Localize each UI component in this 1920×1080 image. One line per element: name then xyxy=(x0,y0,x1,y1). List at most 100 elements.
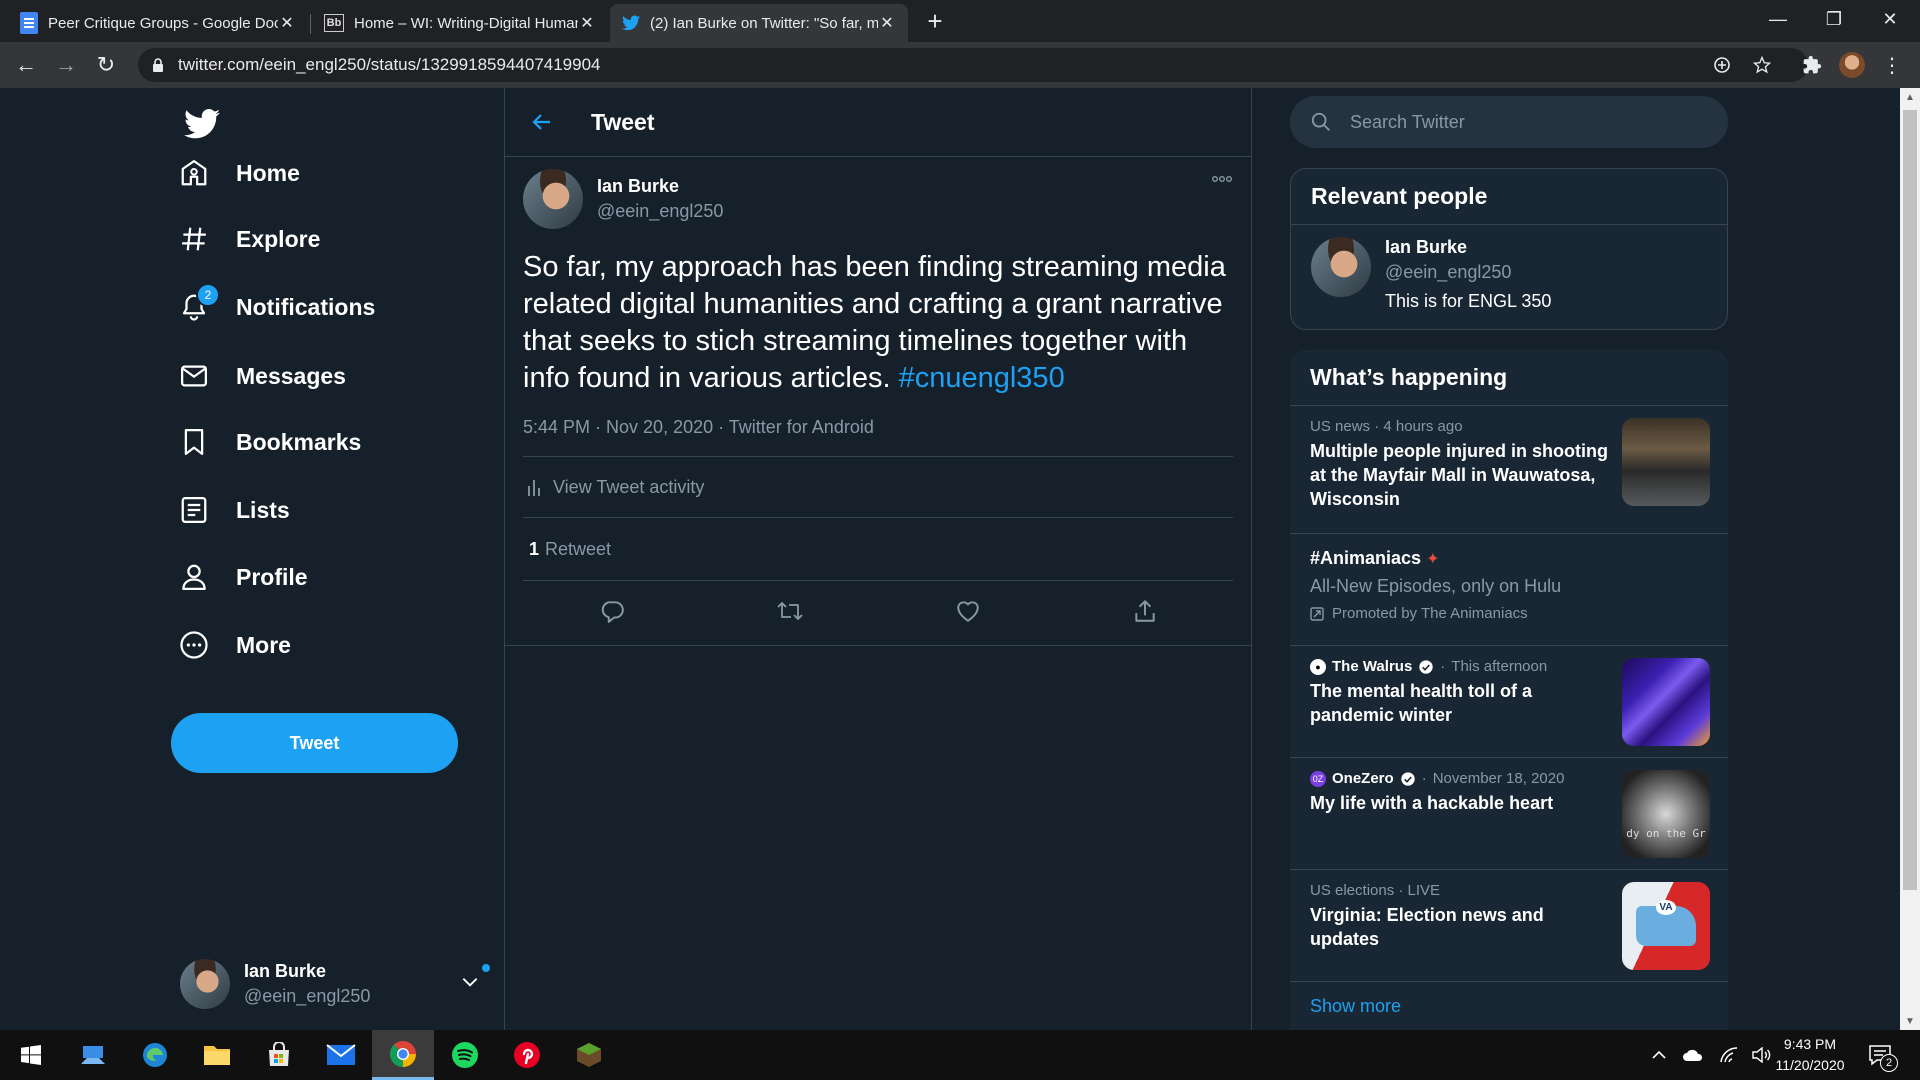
page-scrollbar[interactable]: ▲ ▼ xyxy=(1900,88,1920,1030)
tab-title: (2) Ian Burke on Twitter: "So far, my ap… xyxy=(650,14,878,32)
scroll-down-icon[interactable]: ▼ xyxy=(1900,1012,1920,1030)
url-text: twitter.com/eein_engl250/status/13299185… xyxy=(178,55,601,74)
trend-item[interactable]: 0Z OneZero · November 18, 2020 My life w… xyxy=(1290,758,1728,870)
windows-start-icon[interactable] xyxy=(0,1030,62,1080)
notification-badge: 2 xyxy=(196,283,220,307)
trend-thumbnail xyxy=(1622,418,1710,506)
mail-app-icon[interactable] xyxy=(310,1030,372,1080)
tab-writing-digital-humanities[interactable]: Bb Home – WI: Writing-Digital Humanities… xyxy=(312,4,608,42)
close-icon[interactable]: ✕ xyxy=(278,14,296,32)
nav-item-more[interactable]: More xyxy=(176,619,291,671)
trend-title: Virginia: Election news and updates xyxy=(1310,905,1544,949)
author-name[interactable]: Ian Burke xyxy=(597,176,723,197)
reload-icon[interactable]: ↻ xyxy=(90,49,122,81)
onedrive-cloud-icon[interactable] xyxy=(1682,1048,1704,1062)
file-explorer-icon[interactable] xyxy=(186,1030,248,1080)
trend-thumbnail: VA xyxy=(1622,882,1710,970)
close-icon[interactable]: ✕ xyxy=(878,14,896,32)
nav-item-home[interactable]: Home xyxy=(176,147,300,199)
back-icon[interactable]: ← xyxy=(10,49,42,81)
back-arrow-icon[interactable] xyxy=(527,107,557,137)
clock-date: 11/20/2020 xyxy=(1775,1057,1845,1073)
walrus-logo-icon: ● xyxy=(1310,658,1326,675)
verified-badge-icon xyxy=(1419,659,1433,674)
tab-twitter[interactable]: (2) Ian Burke on Twitter: "So far, my ap… xyxy=(610,4,908,42)
window-close-icon[interactable]: ✕ xyxy=(1862,0,1918,38)
scroll-up-icon[interactable]: ▲ xyxy=(1900,88,1920,106)
nav-item-profile[interactable]: Profile xyxy=(176,551,308,603)
person-at-desk-app-icon[interactable] xyxy=(62,1030,124,1080)
lock-icon xyxy=(153,58,163,72)
wifi-icon[interactable] xyxy=(1720,1047,1738,1063)
page-title: Tweet xyxy=(591,108,655,135)
avatar[interactable] xyxy=(523,169,583,229)
new-tab-button[interactable]: + xyxy=(920,6,950,36)
reply-icon[interactable] xyxy=(599,598,625,624)
trend-item[interactable]: ● The Walrus · This afternoon The mental… xyxy=(1290,646,1728,758)
action-center[interactable]: 2 xyxy=(1868,1030,1898,1080)
tab-google-docs[interactable]: Peer Critique Groups - Google Docs ✕ xyxy=(8,4,308,42)
forward-icon[interactable]: → xyxy=(50,49,82,81)
search-box[interactable] xyxy=(1290,96,1728,148)
retweet-stats[interactable]: 1 Retweet xyxy=(523,518,1233,581)
trend-item[interactable]: US elections · LIVE Virginia: Election n… xyxy=(1290,870,1728,982)
nav-label: Messages xyxy=(236,362,346,389)
bookmark-icon xyxy=(176,424,212,460)
show-more-link[interactable]: Show more xyxy=(1290,982,1728,1031)
hashtag-icon xyxy=(176,221,212,257)
minecraft-icon[interactable] xyxy=(558,1030,620,1080)
pinterest-icon[interactable] xyxy=(496,1030,558,1080)
minimize-icon[interactable]: — xyxy=(1750,0,1806,38)
notification-count: 2 xyxy=(1880,1054,1898,1072)
person-name[interactable]: Ian Burke xyxy=(1385,237,1551,258)
tab-title: Peer Critique Groups - Google Docs xyxy=(48,14,278,32)
nav-item-explore[interactable]: Explore xyxy=(176,213,320,265)
tweet-timestamp[interactable]: 5:44 PM · Nov 20, 2020 · Twitter for And… xyxy=(523,417,1233,457)
account-switcher[interactable]: Ian Burke @eein_engl250 xyxy=(180,956,490,1012)
tweet: Ian Burke @eein_engl250 So far, my appro… xyxy=(505,169,1251,641)
person-card[interactable]: Ian Burke @eein_engl250 This is for ENGL… xyxy=(1291,225,1727,324)
avatar[interactable] xyxy=(1311,237,1371,297)
more-options-icon[interactable] xyxy=(1211,175,1233,183)
nav-item-lists[interactable]: Lists xyxy=(176,484,290,536)
edge-browser-icon[interactable] xyxy=(124,1030,186,1080)
trend-title: Multiple people injured in shooting at t… xyxy=(1310,441,1608,509)
view-tweet-activity[interactable]: View Tweet activity xyxy=(523,457,1233,518)
close-icon[interactable]: ✕ xyxy=(578,14,596,32)
share-icon[interactable] xyxy=(1132,598,1158,624)
trend-item[interactable]: #Animaniacs ✦ All-New Episodes, only on … xyxy=(1290,534,1728,646)
envelope-icon xyxy=(176,358,212,394)
nav-label: Bookmarks xyxy=(236,428,362,455)
nav-item-bookmarks[interactable]: Bookmarks xyxy=(176,416,361,468)
chrome-browser-icon[interactable] xyxy=(372,1030,434,1080)
retweet-label: Retweet xyxy=(545,538,612,559)
tweet-button[interactable]: Tweet xyxy=(171,713,458,773)
trend-item[interactable]: US news · 4 hours ago Multiple people in… xyxy=(1290,406,1728,534)
show-hidden-icons-icon[interactable] xyxy=(1652,1050,1666,1060)
browser-tab-strip: Peer Critique Groups - Google Docs ✕ Bb … xyxy=(0,0,1920,42)
address-bar[interactable]: twitter.com/eein_engl250/status/13299185… xyxy=(138,48,1808,82)
like-heart-icon[interactable] xyxy=(955,598,981,624)
volume-icon[interactable] xyxy=(1752,1047,1772,1063)
scrollbar-thumb[interactable] xyxy=(1903,110,1917,890)
activity-label: View Tweet activity xyxy=(553,476,705,497)
author-handle[interactable]: @eein_engl250 xyxy=(597,201,723,222)
retweet-icon[interactable] xyxy=(776,598,804,624)
install-icon[interactable] xyxy=(1706,48,1738,82)
twitter-logo-icon[interactable] xyxy=(184,106,220,142)
extensions-icon[interactable] xyxy=(1796,49,1828,81)
hashtag-link[interactable]: #cnuengl350 xyxy=(899,362,1065,394)
nav-item-notifications[interactable]: 2 Notifications xyxy=(176,281,375,333)
nav-item-messages[interactable]: Messages xyxy=(176,350,346,402)
chevron-down-icon xyxy=(460,972,480,992)
menu-kebab-icon[interactable]: ⋮ xyxy=(1876,49,1908,81)
search-input[interactable] xyxy=(1348,110,1692,134)
spotify-icon[interactable] xyxy=(434,1030,496,1080)
restore-icon[interactable]: ❐ xyxy=(1806,0,1862,38)
nav-label: Home xyxy=(236,159,300,186)
profile-avatar-icon[interactable] xyxy=(1836,49,1868,81)
star-icon[interactable] xyxy=(1746,48,1778,82)
notifications-speech-icon: 2 xyxy=(1868,1044,1898,1072)
microsoft-store-icon[interactable] xyxy=(248,1030,310,1080)
taskbar-clock[interactable]: 9:43 PM 11/20/2020 xyxy=(1770,1034,1850,1076)
